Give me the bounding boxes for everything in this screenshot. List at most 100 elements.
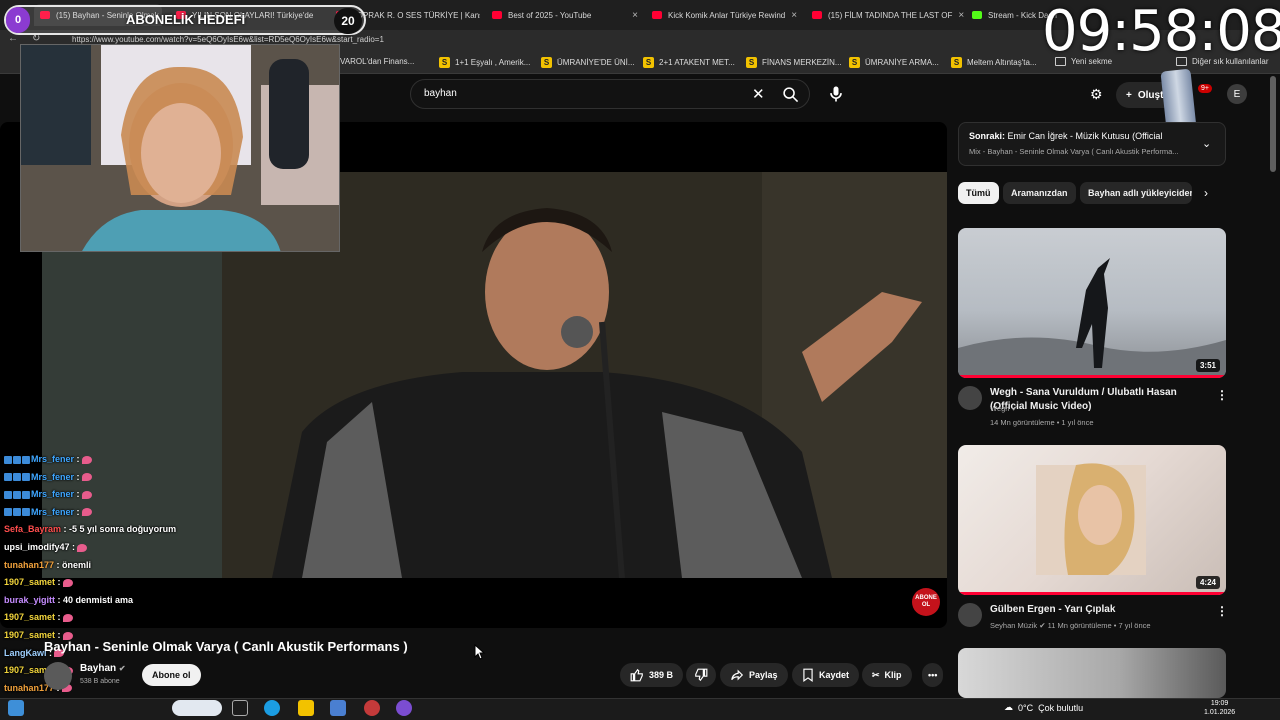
recommendation-channel[interactable]: Wegh ✔ [990,404,1018,413]
save-button[interactable]: Kaydet [792,663,860,687]
browser-tab[interactable]: (15) FİLM TADINDA THE LAST OF × [806,4,964,26]
chevron-down-icon[interactable]: ⌄ [1202,137,1211,150]
bookmark-item[interactable]: VAROL'dan Finans... [340,57,414,66]
search-input[interactable] [410,79,810,109]
edge-icon[interactable] [264,700,280,716]
recommendation-title[interactable]: Gülben Ergen - Yarı Çıplak [990,603,1190,617]
subscribe-button[interactable]: Abone ol [142,664,201,686]
chevron-right-icon[interactable]: › [1204,186,1208,200]
chat-text: : -5 5 yıl sonra doğuyorum [61,524,177,535]
system-date: 1.01.2026 [1204,709,1236,716]
chat-badge-icon [22,455,30,464]
tab-title: TOPRAK R. O SES TÜRKİYE | Kanse [352,10,480,20]
dislike-button[interactable] [686,663,716,687]
watermark-line: OL [921,602,931,608]
search-value: bayhan [424,88,457,99]
chat-badge-icon [4,508,12,517]
chat-text: : [74,489,80,500]
task-view-icon[interactable] [232,700,248,716]
widget-icon[interactable] [172,700,222,716]
youtube-icon [812,11,822,19]
chat-username: 1907_samet [4,577,56,588]
chip-from-search[interactable]: Aramanızdan [1003,182,1076,204]
chat-badge-icon [22,490,30,499]
close-icon[interactable]: × [632,10,638,21]
channel-avatar[interactable] [44,662,72,690]
recommendation-channel-name: Wegh [990,404,1010,413]
browser-tab[interactable]: Kick Komik Anlar Türkiye Rewind × [646,4,802,26]
chat-message: 1907_samet : [4,577,73,587]
microphone-icon[interactable] [826,84,846,104]
save-label: Kaydet [819,670,850,680]
bookmark-item[interactable]: S 1+1 Eşyalı , Amerik... [439,57,530,68]
folder-icon[interactable] [298,700,314,716]
more-vertical-icon[interactable]: ⋮ [1216,388,1228,402]
chat-badge-icon [13,490,21,499]
cloud-icon: ☁ [1004,702,1013,712]
emote-icon [81,473,92,482]
channel-avatar[interactable] [958,386,982,410]
chat-text: : [55,612,61,623]
bookmark-item[interactable]: S Meltem Altıntaş'ta... [951,57,1037,68]
chip-from-uploader[interactable]: Bayhan adlı yükleyiciden [1080,182,1192,204]
bookmark-item[interactable]: S ÜMRANİYE'DE ÜNİ... [541,57,635,68]
recommendation-title[interactable]: Wegh - Sana Vuruldum / Ulubatlı Hasan (O… [990,386,1190,414]
close-icon[interactable]: × [791,10,797,21]
chip-all[interactable]: Tümü [958,182,999,204]
gear-icon[interactable]: ⚙ [1090,86,1103,103]
chat-text: : 40 denmisti ama [55,594,134,605]
system-clock[interactable]: 19:09 1.01.2026 [1204,699,1235,717]
channel-name[interactable]: Bayhan ✔ [80,663,126,674]
chat-username: Mrs_fener [31,471,75,482]
up-next-panel[interactable] [958,122,1226,166]
channel-name-text: Bayhan [80,663,117,674]
start-icon[interactable] [8,700,24,716]
bookmark-item[interactable]: S ÜMRANİYE ARMA... [849,57,939,68]
chat-badge-icon [4,455,12,464]
app-icon[interactable] [330,700,346,716]
watch-progress [958,375,1226,378]
discord-icon[interactable] [396,700,412,716]
chat-badge-icon [22,473,30,482]
chat-message: Mrs_fener : [4,454,92,464]
video-thumbnail[interactable]: 4:24 [958,445,1226,595]
up-next-title: Sonraki: Emir Can İğrek - Müzik Kutusu (… [969,131,1162,141]
like-button[interactable]: 389 B [620,663,684,687]
notification-badge[interactable]: 9+ [1198,84,1212,93]
url-field[interactable]: https://www.youtube.com/watch?v=5eQ6OyIs… [72,35,384,44]
recommendation-channel[interactable]: Seyhan Müzik ✔ 11 Mn görüntüleme • 7 yıl… [990,621,1151,630]
mouse-cursor-icon [474,644,486,660]
weather-widget[interactable]: ☁ 0°C Çok bulutlu [1004,702,1083,713]
thumbnail-image [958,258,1226,378]
subscribe-watermark[interactable]: ABONE OL [912,588,940,616]
verified-icon: ✔ [1011,404,1018,413]
chat-message: upsi_imodify47 : [4,542,88,552]
bookmark-item[interactable]: S FİNANS MERKEZİN... [746,57,842,68]
channel-avatar[interactable] [958,603,982,627]
clip-button[interactable]: ✂ Klip [862,663,912,687]
chat-message: Sefa_Bayram : -5 5 yıl sonra doğuyorum [4,524,176,534]
more-vertical-icon[interactable]: ⋮ [1216,604,1228,618]
streamer-webcam-image [21,45,339,251]
close-icon[interactable]: × [958,10,964,21]
scrollbar[interactable] [1270,76,1276,172]
bookmark-item[interactable]: S 2+1 ATAKENT MET... [643,57,735,68]
browser-tab[interactable]: Best of 2025 - YouTube × [486,4,644,26]
video-thumbnail[interactable]: 3:51 [958,228,1226,378]
bookmark-favicon-icon: S [541,57,552,68]
share-button[interactable]: Paylaş [720,663,788,687]
search-icon[interactable] [782,86,799,103]
more-actions-button[interactable]: ••• [922,663,944,687]
chat-text: : [74,506,80,517]
avatar[interactable]: E [1227,84,1247,104]
video-thumbnail[interactable] [958,648,1226,698]
clear-icon[interactable]: ✕ [752,85,765,103]
bookmark-favicon-icon: S [849,57,860,68]
emote-icon [81,490,92,499]
bookmark-label: Meltem Altıntaş'ta... [967,58,1037,67]
emote-icon [62,614,73,623]
app-icon[interactable] [364,700,380,716]
duration-badge: 4:24 [1195,576,1220,589]
chat-badge-icon [4,490,12,499]
goal-current: 0 [6,7,30,33]
